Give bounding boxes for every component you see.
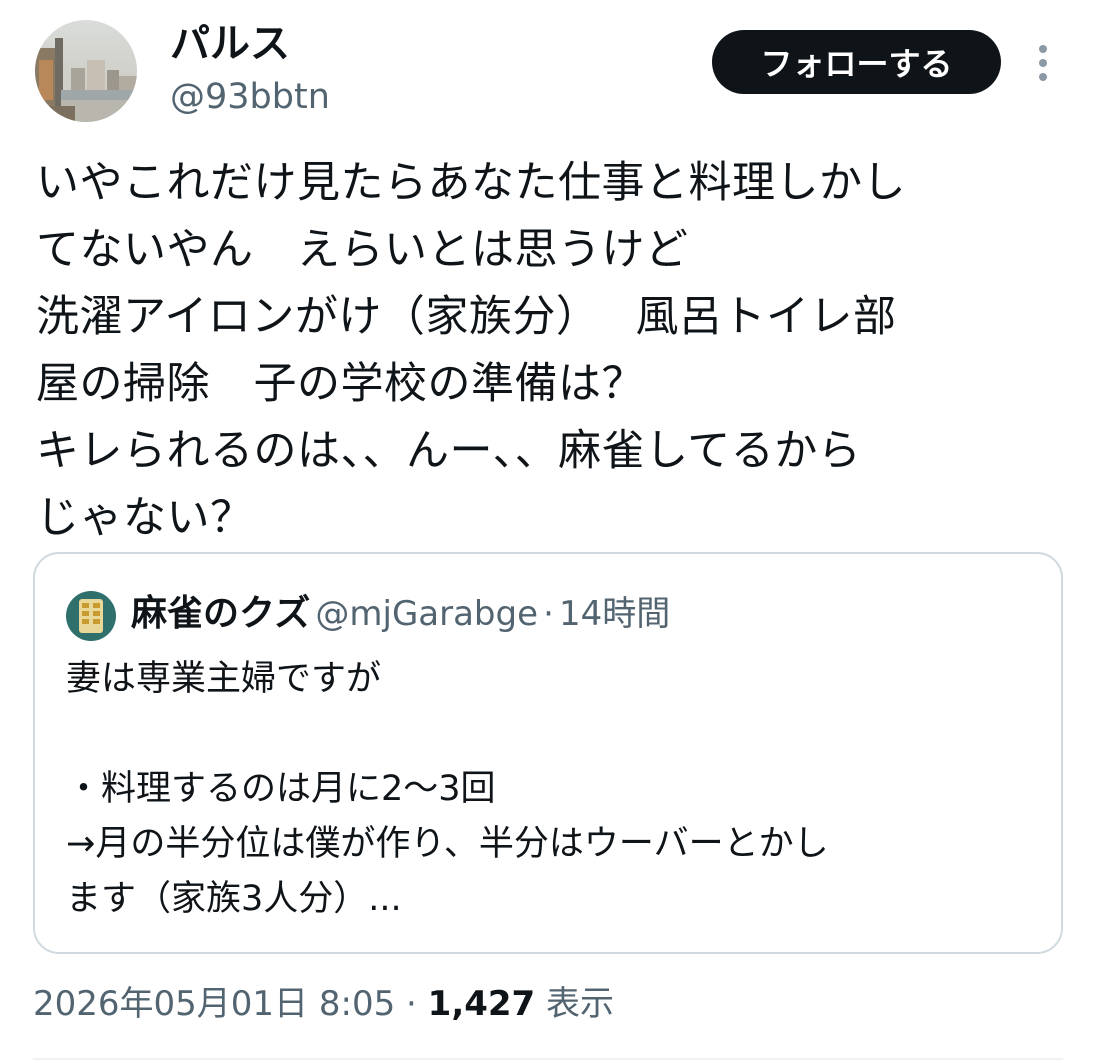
avatar-image bbox=[35, 20, 137, 122]
quoted-tweet-text: 妻は専業主婦ですが ・料理するのは月に2〜3回 →月の半分位は僕が作り、半分はウ… bbox=[66, 659, 829, 919]
author-avatar[interactable] bbox=[35, 20, 137, 122]
author-handle[interactable]: @93bbtn bbox=[170, 74, 330, 120]
quoted-author-name[interactable]: 麻雀のクズ bbox=[131, 593, 310, 634]
author-display-name[interactable]: パルス bbox=[170, 18, 290, 70]
tweet-text: いやこれだけ見たらあなた仕事と料理しかし てないやん えらいとは思うけど 洗濯ア… bbox=[36, 158, 906, 543]
tweet-meta: 2026年05月01日 8:05 · 1,427 表示 bbox=[33, 978, 614, 1030]
mahjong-tiles-avatar-icon bbox=[66, 591, 116, 641]
follow-button[interactable]: フォローする bbox=[712, 30, 1001, 94]
quoted-separator: · bbox=[543, 594, 554, 634]
more-vertical-icon bbox=[1039, 45, 1047, 81]
views-label: 表示 bbox=[546, 984, 615, 1024]
quoted-author-handle[interactable]: @mjGarabge bbox=[315, 594, 538, 634]
quoted-author-avatar bbox=[66, 591, 116, 641]
meta-separator: · bbox=[406, 984, 417, 1024]
quoted-tweet-header: 麻雀のクズ @mjGarabge · 14時間 bbox=[131, 587, 670, 647]
tweet-timestamp[interactable]: 2026年05月01日 8:05 bbox=[33, 984, 395, 1024]
views-count: 1,427 bbox=[427, 984, 536, 1024]
quoted-timestamp[interactable]: 14時間 bbox=[559, 594, 670, 634]
quoted-tweet-card[interactable]: 麻雀のクズ @mjGarabge · 14時間 妻は専業主婦ですが ・料理するの… bbox=[33, 552, 1063, 954]
more-options-button[interactable] bbox=[1026, 38, 1060, 88]
divider bbox=[33, 1058, 1063, 1060]
